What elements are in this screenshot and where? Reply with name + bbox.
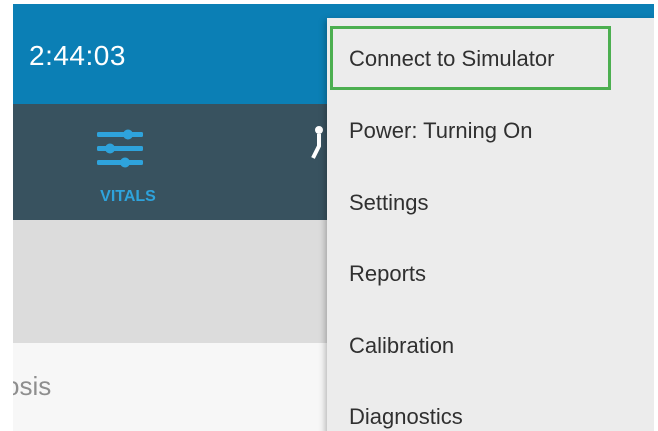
partial-nav-icon	[311, 126, 323, 159]
dropdown-menu: Connect to Simulator Power: Turning On S…	[327, 18, 654, 431]
nav-label-vitals: VITALS	[100, 188, 156, 205]
clock-time: 2:44:03	[29, 40, 126, 71]
menu-item-reports[interactable]: Reports	[349, 261, 426, 287]
nav-item-vitals[interactable]: VITALS	[73, 104, 183, 220]
menu-item-connect-to-simulator[interactable]: Connect to Simulator	[349, 46, 554, 72]
app-screen: 2:44:03 VITALS osis Connect to Simul	[13, 4, 654, 431]
sliders-icon	[97, 129, 143, 168]
menu-item-calibration[interactable]: Calibration	[349, 333, 454, 359]
menu-item-diagnostics[interactable]: Diagnostics	[349, 404, 463, 430]
menu-item-power[interactable]: Power: Turning On	[349, 118, 532, 144]
menu-item-settings[interactable]: Settings	[349, 190, 429, 216]
partial-content-text: osis	[13, 371, 52, 401]
